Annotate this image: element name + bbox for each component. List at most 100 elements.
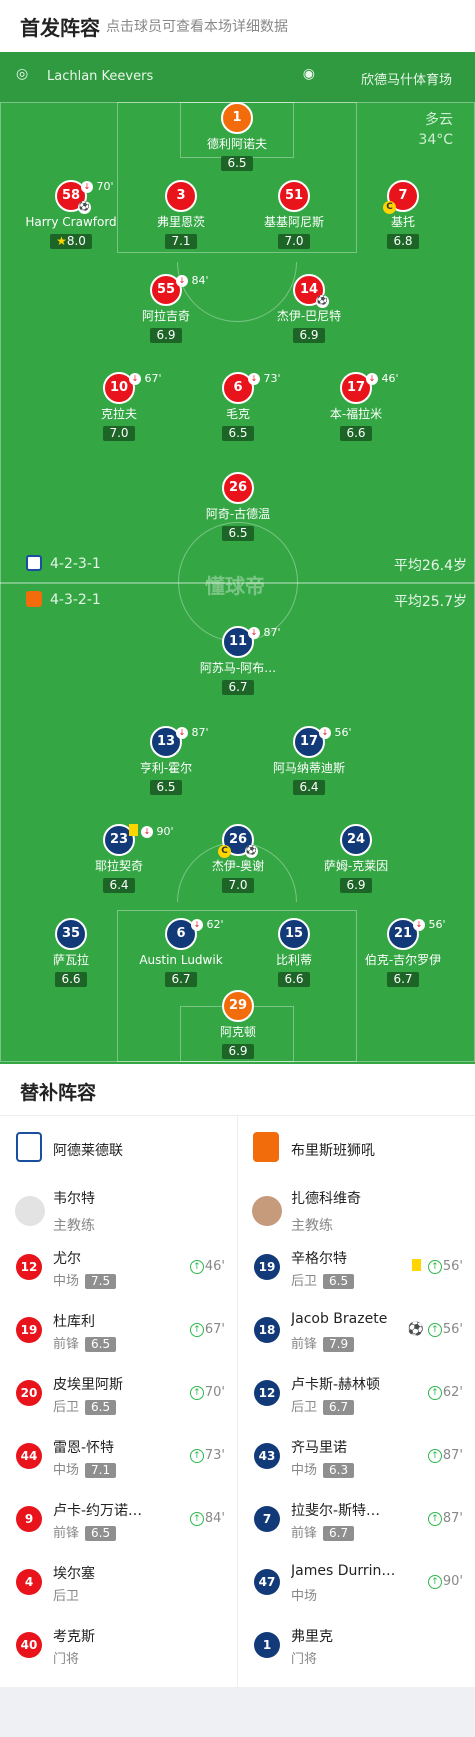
sub-in-minute: 87' xyxy=(442,1511,463,1526)
player-rating: 7.1 xyxy=(165,234,197,249)
player-card[interactable]: 10 ↓ 67' 克拉夫 7.0 xyxy=(59,372,179,441)
sub-player-row[interactable]: 20 皮埃里阿斯 后卫 6.5 ↑ 70' xyxy=(0,1368,237,1431)
coach-name: 韦尔特 xyxy=(53,1191,95,1207)
player-card[interactable]: 23 ↓ 90' 耶拉契奇 6.4 xyxy=(59,824,179,893)
sub-out-icon: ↓ xyxy=(248,373,260,385)
home-team-name[interactable]: 阿德莱德联 xyxy=(53,1140,123,1160)
ball-icon: ⚽ xyxy=(245,845,258,858)
player-rating: 6.5 xyxy=(85,1400,117,1415)
player-card[interactable]: 3 弗里恩茨 7.1 xyxy=(121,180,241,249)
sub-in: ↑ 56' xyxy=(411,1259,463,1274)
sub-minute: ↓ 84' xyxy=(176,274,209,287)
sub-minute-value: 84' xyxy=(191,274,209,287)
player-number: 12 xyxy=(16,1254,42,1280)
away-team-name[interactable]: 布里斯班狮吼 xyxy=(291,1140,375,1160)
away-formation: 4-3-2-1 xyxy=(26,591,101,608)
player-card[interactable]: 17 ↓ 46' 本-福拉米 6.6 xyxy=(296,372,416,441)
player-card[interactable]: 15 比利蒂 6.6 xyxy=(234,918,354,987)
player-number: 19 xyxy=(16,1317,42,1343)
player-position: 中场 xyxy=(53,1274,80,1289)
player-card[interactable]: 29 阿克顿 6.9 xyxy=(178,990,298,1059)
sub-player-row[interactable]: 19 辛格尔特 后卫 6.5 ↑ 56' xyxy=(238,1242,475,1305)
sub-minute-value: 56' xyxy=(428,918,446,931)
player-position-wrap: 后卫 6.7 xyxy=(291,1396,355,1415)
sub-player-row[interactable]: 9 卢卡-约万诺… 前锋 6.5 ↑ 84' xyxy=(0,1494,237,1557)
player-rating: 6.9 xyxy=(293,328,325,343)
sub-player-row[interactable]: 4 埃尔塞 后卫 xyxy=(0,1557,237,1620)
weather-condition: 多云 xyxy=(425,112,453,128)
sub-in: ↑ 70' xyxy=(189,1385,225,1400)
player-name: 尤尔 xyxy=(53,1251,81,1267)
player-card[interactable]: 14 ⚽ 杰伊-巴尼特 6.9 xyxy=(249,274,369,343)
player-rating: 6.5 xyxy=(222,526,254,541)
player-card[interactable]: 55 ↓ 84' 阿拉吉奇 6.9 xyxy=(106,274,226,343)
sub-in-minute: 62' xyxy=(442,1385,463,1400)
player-position-wrap: 中场 xyxy=(291,1585,317,1604)
player-card[interactable]: 26 C ⚽ 杰伊-奥谢 7.0 xyxy=(178,824,298,893)
player-name: 本-福拉米 xyxy=(329,407,383,421)
player-card[interactable]: 1 德利阿诺夫 6.5 xyxy=(177,102,297,171)
sub-out-icon: ↓ xyxy=(413,919,425,931)
player-rating: 7.0 xyxy=(278,234,310,249)
sub-minute-value: 87' xyxy=(263,626,281,639)
player-card[interactable]: 13 ↓ 87' 亨利-霍尔 6.5 xyxy=(106,726,226,795)
sub-minute: ↓ 67' xyxy=(129,372,162,385)
player-name: 伯克-吉尔罗伊 xyxy=(364,953,442,967)
player-card[interactable]: 17 ↓ 56' 阿马纳蒂迪斯 6.4 xyxy=(249,726,369,795)
away-avg-age: 平均25.7岁 xyxy=(393,594,467,610)
player-number: 4 xyxy=(16,1569,42,1595)
sub-player-row[interactable]: 40 考克斯 门将 xyxy=(0,1620,237,1683)
sub-minute: ↓ 56' xyxy=(319,726,352,739)
player-number: 44 xyxy=(16,1443,42,1469)
player-number: 7 xyxy=(398,188,408,203)
sub-in-icon: ↑ xyxy=(189,1449,204,1463)
player-position-wrap: 前锋 6.7 xyxy=(291,1522,355,1541)
player-name: 耶拉契奇 xyxy=(94,859,143,873)
player-card[interactable]: 7C 基托 6.8 xyxy=(343,180,463,249)
sub-in: ↑ 87' xyxy=(427,1511,463,1526)
sub-player-row[interactable]: 44 雷恩-怀特 中场 7.1 ↑ 73' xyxy=(0,1431,237,1494)
away-coach[interactable]: 扎德科维奇 主教练 xyxy=(291,1188,361,1235)
sub-player-row[interactable]: 47 James Durrin… 中场 ↑ 90' xyxy=(238,1557,475,1620)
sub-player-row[interactable]: 12 尤尔 中场 7.5 ↑ 46' xyxy=(0,1242,237,1305)
player-card[interactable]: 6 ↓ 62' Austin Ludwik 6.7 xyxy=(121,918,241,987)
sub-minute: ↓ 87' xyxy=(248,626,281,639)
player-rating: 6.5 xyxy=(222,426,254,441)
sub-player-row[interactable]: 7 拉斐尔-斯特… 前锋 6.7 ↑ 87' xyxy=(238,1494,475,1557)
player-card[interactable]: 51 基基阿尼斯 7.0 xyxy=(234,180,354,249)
player-name: 辛格尔特 xyxy=(291,1251,347,1267)
away-crest-icon xyxy=(253,1132,279,1162)
sub-in-icon: ↑ xyxy=(427,1575,442,1589)
player-card[interactable]: 24 萨姆-克莱因 6.9 xyxy=(296,824,416,893)
sub-minute-value: 87' xyxy=(191,726,209,739)
player-rating: 6.5 xyxy=(150,780,182,795)
player-name: 毛克 xyxy=(225,407,250,421)
player-number: 24 xyxy=(340,824,372,856)
player-card[interactable]: 6 ↓ 73' 毛克 6.5 xyxy=(178,372,298,441)
sub-player-row[interactable]: 12 卢卡斯-赫林顿 后卫 6.7 ↑ 62' xyxy=(238,1368,475,1431)
sub-player-row[interactable]: 19 杜库利 前锋 6.5 ↑ 67' xyxy=(0,1305,237,1368)
player-card[interactable]: 35 萨瓦拉 6.6 xyxy=(11,918,131,987)
player-name: 卢卡斯-赫林顿 xyxy=(291,1377,381,1393)
player-position-wrap: 中场 7.1 xyxy=(53,1459,117,1478)
player-number: 51 xyxy=(278,180,310,212)
player-rating: 7.1 xyxy=(85,1463,117,1478)
sub-in-minute: 56' xyxy=(442,1322,463,1337)
sub-minute: ↓ 70' xyxy=(81,180,114,193)
player-card[interactable]: 58 ⚽ ↓ 70' Harry Crawford ★8.0 xyxy=(11,180,131,249)
player-card[interactable]: 11 ↓ 87' 阿苏马-阿布… 6.7 xyxy=(178,626,298,695)
page-subtitle: 点击球员可查看本场详细数据 xyxy=(106,19,288,35)
sub-in-icon: ↑ xyxy=(189,1323,204,1337)
sub-in: ↑ 46' xyxy=(189,1259,225,1274)
player-number: 35 xyxy=(55,918,87,950)
sub-player-row[interactable]: 18 Jacob Brazete 前锋 7.9 ⚽ ↑ 56' xyxy=(238,1305,475,1368)
sub-player-row[interactable]: 43 齐马里诺 中场 6.3 ↑ 87' xyxy=(238,1431,475,1494)
sub-minute-value: 73' xyxy=(263,372,281,385)
home-crest-icon xyxy=(16,1132,42,1162)
sub-minute: ↓ 62' xyxy=(191,918,224,931)
subs-title: 替补阵容 xyxy=(20,1082,97,1104)
sub-player-row[interactable]: 1 弗里克 门将 xyxy=(238,1620,475,1683)
player-card[interactable]: 26 阿奇-古德温 6.5 xyxy=(178,472,298,541)
player-card[interactable]: 21 ↓ 56' 伯克-吉尔罗伊 6.7 xyxy=(343,918,463,987)
home-coach[interactable]: 韦尔特 主教练 xyxy=(53,1188,95,1235)
